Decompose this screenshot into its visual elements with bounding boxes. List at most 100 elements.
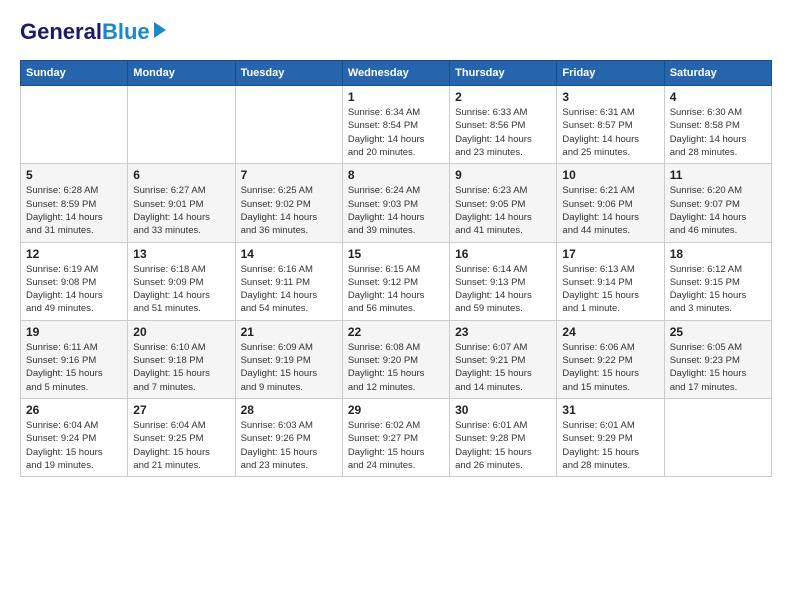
calendar-cell: 13 Sunrise: 6:18 AM Sunset: 9:09 PM Dayli…: [128, 242, 235, 320]
logo-icon: [152, 20, 168, 40]
day-info: Sunrise: 6:27 AM Sunset: 9:01 PM Dayligh…: [133, 184, 229, 237]
calendar-cell: 15 Sunrise: 6:15 AM Sunset: 9:12 PM Dayli…: [342, 242, 449, 320]
day-info: Sunrise: 6:11 AM Sunset: 9:16 PM Dayligh…: [26, 341, 122, 394]
day-number: 11: [670, 168, 766, 182]
day-info: Sunrise: 6:24 AM Sunset: 9:03 PM Dayligh…: [348, 184, 444, 237]
page-header: GeneralBlue: [20, 20, 772, 44]
day-number: 3: [562, 90, 658, 104]
calendar-cell: 6Sunrise: 6:27 AM Sunset: 9:01 PM Daylig…: [128, 164, 235, 242]
day-number: 18: [670, 247, 766, 261]
day-number: 2: [455, 90, 551, 104]
day-number: 9: [455, 168, 551, 182]
day-number: 10: [562, 168, 658, 182]
calendar-cell: 27Sunrise: 6:04 AM Sunset: 9:25 PM Dayli…: [128, 398, 235, 476]
day-number: 22: [348, 325, 444, 339]
day-info: Sunrise: 6:25 AM Sunset: 9:02 PM Dayligh…: [241, 184, 337, 237]
col-header-friday: Friday: [557, 61, 664, 86]
day-number: 1: [348, 90, 444, 104]
calendar-cell: 9 Sunrise: 6:23 AM Sunset: 9:05 PM Daylig…: [450, 164, 557, 242]
calendar-cell: 19 Sunrise: 6:11 AM Sunset: 9:16 PM Dayli…: [21, 320, 128, 398]
logo-text: GeneralBlue: [20, 20, 150, 44]
day-info: Sunrise: 6:33 AM Sunset: 8:56 PM Dayligh…: [455, 106, 551, 159]
day-info: Sunrise: 6:07 AM Sunset: 9:21 PM Dayligh…: [455, 341, 551, 394]
day-number: 7: [241, 168, 337, 182]
day-number: 4: [670, 90, 766, 104]
day-info: Sunrise: 6:19 AM Sunset: 9:08 PM Dayligh…: [26, 263, 122, 316]
col-header-wednesday: Wednesday: [342, 61, 449, 86]
col-header-saturday: Saturday: [664, 61, 771, 86]
calendar-cell: 20 Sunrise: 6:10 AM Sunset: 9:18 PM Dayli…: [128, 320, 235, 398]
calendar-cell: [664, 398, 771, 476]
logo: GeneralBlue: [20, 20, 168, 44]
calendar-cell: 25 Sunrise: 6:05 AM Sunset: 9:23 PM Dayli…: [664, 320, 771, 398]
day-info: Sunrise: 6:01 AM Sunset: 9:28 PM Dayligh…: [455, 419, 551, 472]
day-info: Sunrise: 6:08 AM Sunset: 9:20 PM Dayligh…: [348, 341, 444, 394]
day-info: Sunrise: 6:09 AM Sunset: 9:19 PM Dayligh…: [241, 341, 337, 394]
day-number: 16: [455, 247, 551, 261]
day-number: 31: [562, 403, 658, 417]
calendar-cell: 23 Sunrise: 6:07 AM Sunset: 9:21 PM Dayli…: [450, 320, 557, 398]
calendar-cell: 31 Sunrise: 6:01 AM Sunset: 9:29 PM Dayli…: [557, 398, 664, 476]
day-info: Sunrise: 6:14 AM Sunset: 9:13 PM Dayligh…: [455, 263, 551, 316]
calendar-cell: 14Sunrise: 6:16 AM Sunset: 9:11 PM Dayli…: [235, 242, 342, 320]
calendar-cell: 12 Sunrise: 6:19 AM Sunset: 9:08 PM Dayli…: [21, 242, 128, 320]
calendar-cell: 21 Sunrise: 6:09 AM Sunset: 9:19 PM Dayli…: [235, 320, 342, 398]
calendar-cell: 22 Sunrise: 6:08 AM Sunset: 9:20 PM Dayli…: [342, 320, 449, 398]
day-info: Sunrise: 6:15 AM Sunset: 9:12 PM Dayligh…: [348, 263, 444, 316]
col-header-tuesday: Tuesday: [235, 61, 342, 86]
day-info: Sunrise: 6:13 AM Sunset: 9:14 PM Dayligh…: [562, 263, 658, 316]
day-number: 29: [348, 403, 444, 417]
calendar-cell: 28 Sunrise: 6:03 AM Sunset: 9:26 PM Dayli…: [235, 398, 342, 476]
calendar-cell: 16 Sunrise: 6:14 AM Sunset: 9:13 PM Dayli…: [450, 242, 557, 320]
day-number: 20: [133, 325, 229, 339]
col-header-sunday: Sunday: [21, 61, 128, 86]
calendar-cell: 1 Sunrise: 6:34 AM Sunset: 8:54 PM Daylig…: [342, 86, 449, 164]
calendar-cell: 10 Sunrise: 6:21 AM Sunset: 9:06 PM Dayli…: [557, 164, 664, 242]
calendar-table: SundayMondayTuesdayWednesdayThursdayFrid…: [20, 60, 772, 477]
day-number: 8: [348, 168, 444, 182]
calendar-cell: 17 Sunrise: 6:13 AM Sunset: 9:14 PM Dayli…: [557, 242, 664, 320]
calendar-cell: 30 Sunrise: 6:01 AM Sunset: 9:28 PM Dayli…: [450, 398, 557, 476]
calendar-cell: 24 Sunrise: 6:06 AM Sunset: 9:22 PM Dayli…: [557, 320, 664, 398]
day-number: 15: [348, 247, 444, 261]
day-number: 24: [562, 325, 658, 339]
day-number: 30: [455, 403, 551, 417]
day-number: 23: [455, 325, 551, 339]
day-number: 13: [133, 247, 229, 261]
day-number: 26: [26, 403, 122, 417]
day-info: Sunrise: 6:03 AM Sunset: 9:26 PM Dayligh…: [241, 419, 337, 472]
day-number: 25: [670, 325, 766, 339]
day-info: Sunrise: 6:18 AM Sunset: 9:09 PM Dayligh…: [133, 263, 229, 316]
day-info: Sunrise: 6:23 AM Sunset: 9:05 PM Dayligh…: [455, 184, 551, 237]
day-number: 12: [26, 247, 122, 261]
day-info: Sunrise: 6:01 AM Sunset: 9:29 PM Dayligh…: [562, 419, 658, 472]
day-info: Sunrise: 6:04 AM Sunset: 9:24 PM Dayligh…: [26, 419, 122, 472]
day-info: Sunrise: 6:06 AM Sunset: 9:22 PM Dayligh…: [562, 341, 658, 394]
calendar-cell: 3 Sunrise: 6:31 AM Sunset: 8:57 PM Daylig…: [557, 86, 664, 164]
col-header-monday: Monday: [128, 61, 235, 86]
calendar-cell: 26 Sunrise: 6:04 AM Sunset: 9:24 PM Dayli…: [21, 398, 128, 476]
day-info: Sunrise: 6:12 AM Sunset: 9:15 PM Dayligh…: [670, 263, 766, 316]
calendar-cell: 11Sunrise: 6:20 AM Sunset: 9:07 PM Dayli…: [664, 164, 771, 242]
day-number: 19: [26, 325, 122, 339]
day-info: Sunrise: 6:05 AM Sunset: 9:23 PM Dayligh…: [670, 341, 766, 394]
day-info: Sunrise: 6:34 AM Sunset: 8:54 PM Dayligh…: [348, 106, 444, 159]
calendar-cell: [235, 86, 342, 164]
day-info: Sunrise: 6:31 AM Sunset: 8:57 PM Dayligh…: [562, 106, 658, 159]
calendar-cell: 29Sunrise: 6:02 AM Sunset: 9:27 PM Dayli…: [342, 398, 449, 476]
calendar-cell: 18 Sunrise: 6:12 AM Sunset: 9:15 PM Dayli…: [664, 242, 771, 320]
day-number: 17: [562, 247, 658, 261]
day-info: Sunrise: 6:16 AM Sunset: 9:11 PM Dayligh…: [241, 263, 337, 316]
day-number: 28: [241, 403, 337, 417]
calendar-cell: [128, 86, 235, 164]
calendar-cell: [21, 86, 128, 164]
day-number: 5: [26, 168, 122, 182]
day-info: Sunrise: 6:30 AM Sunset: 8:58 PM Dayligh…: [670, 106, 766, 159]
day-info: Sunrise: 6:10 AM Sunset: 9:18 PM Dayligh…: [133, 341, 229, 394]
day-info: Sunrise: 6:04 AM Sunset: 9:25 PM Dayligh…: [133, 419, 229, 472]
calendar-cell: 2 Sunrise: 6:33 AM Sunset: 8:56 PM Daylig…: [450, 86, 557, 164]
day-info: Sunrise: 6:21 AM Sunset: 9:06 PM Dayligh…: [562, 184, 658, 237]
day-number: 21: [241, 325, 337, 339]
calendar-cell: 5 Sunrise: 6:28 AM Sunset: 8:59 PM Daylig…: [21, 164, 128, 242]
day-info: Sunrise: 6:28 AM Sunset: 8:59 PM Dayligh…: [26, 184, 122, 237]
